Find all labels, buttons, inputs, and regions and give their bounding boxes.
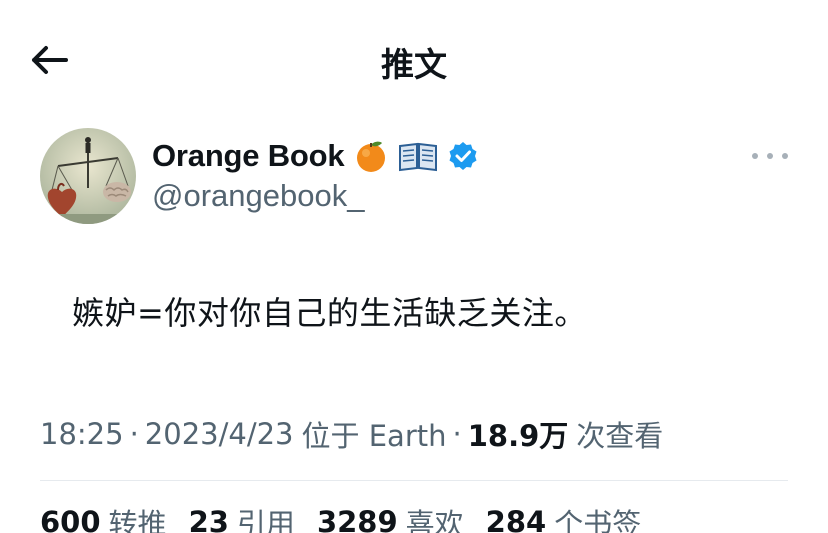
bookmarks-label: 个书签: [554, 507, 642, 533]
views-label: 次查看: [576, 419, 664, 453]
verified-badge-icon[interactable]: [448, 141, 478, 171]
meta-separator-2: ·: [452, 417, 462, 451]
orange-emoji: [354, 139, 388, 173]
quotes-stat[interactable]: 23 引用: [189, 501, 295, 533]
views-count: 18.9万: [467, 419, 569, 453]
engagement-stats: 600 转推 23 引用 3289 喜欢 284 个书签: [40, 500, 663, 533]
retweets-stat[interactable]: 600 转推: [40, 501, 167, 533]
retweets-label: 转推: [108, 507, 167, 533]
tweet-location: 位于 Earth: [301, 419, 447, 453]
retweets-count: 600: [40, 505, 101, 533]
tweet-meta: 18:25 · 2023/4/23 位于 Earth · 18.9万 次查看: [40, 414, 663, 454]
likes-stat[interactable]: 3289 喜欢: [317, 501, 464, 533]
likes-count: 3289: [316, 505, 398, 533]
display-name[interactable]: Orange Book: [152, 138, 345, 174]
quotes-count: 23: [188, 505, 229, 533]
meta-separator: ·: [129, 417, 139, 451]
user-handle[interactable]: @orangebook_: [152, 178, 364, 214]
page-title: 推文: [381, 45, 447, 84]
likes-label: 喜欢: [405, 507, 464, 533]
top-bar: 推文: [0, 0, 828, 120]
tweet-time[interactable]: 18:25: [40, 417, 124, 451]
more-horizontal-icon: [752, 153, 758, 159]
bookmarks-count: 284: [485, 505, 547, 533]
open-book-emoji: [398, 140, 438, 172]
bookmarks-stat[interactable]: 284 个书签: [486, 501, 642, 533]
more-options-button[interactable]: [752, 144, 788, 168]
author-block: Orange Book @orangebook_: [40, 128, 800, 228]
name-row: Orange Book: [152, 134, 478, 178]
tweet-text: 嫉妒=你对你自己的生活缺乏关注。: [72, 294, 587, 332]
tweet-date[interactable]: 2023/4/23: [145, 417, 294, 451]
avatar[interactable]: [40, 128, 136, 224]
divider: [40, 480, 788, 481]
quotes-label: 引用: [236, 507, 295, 533]
